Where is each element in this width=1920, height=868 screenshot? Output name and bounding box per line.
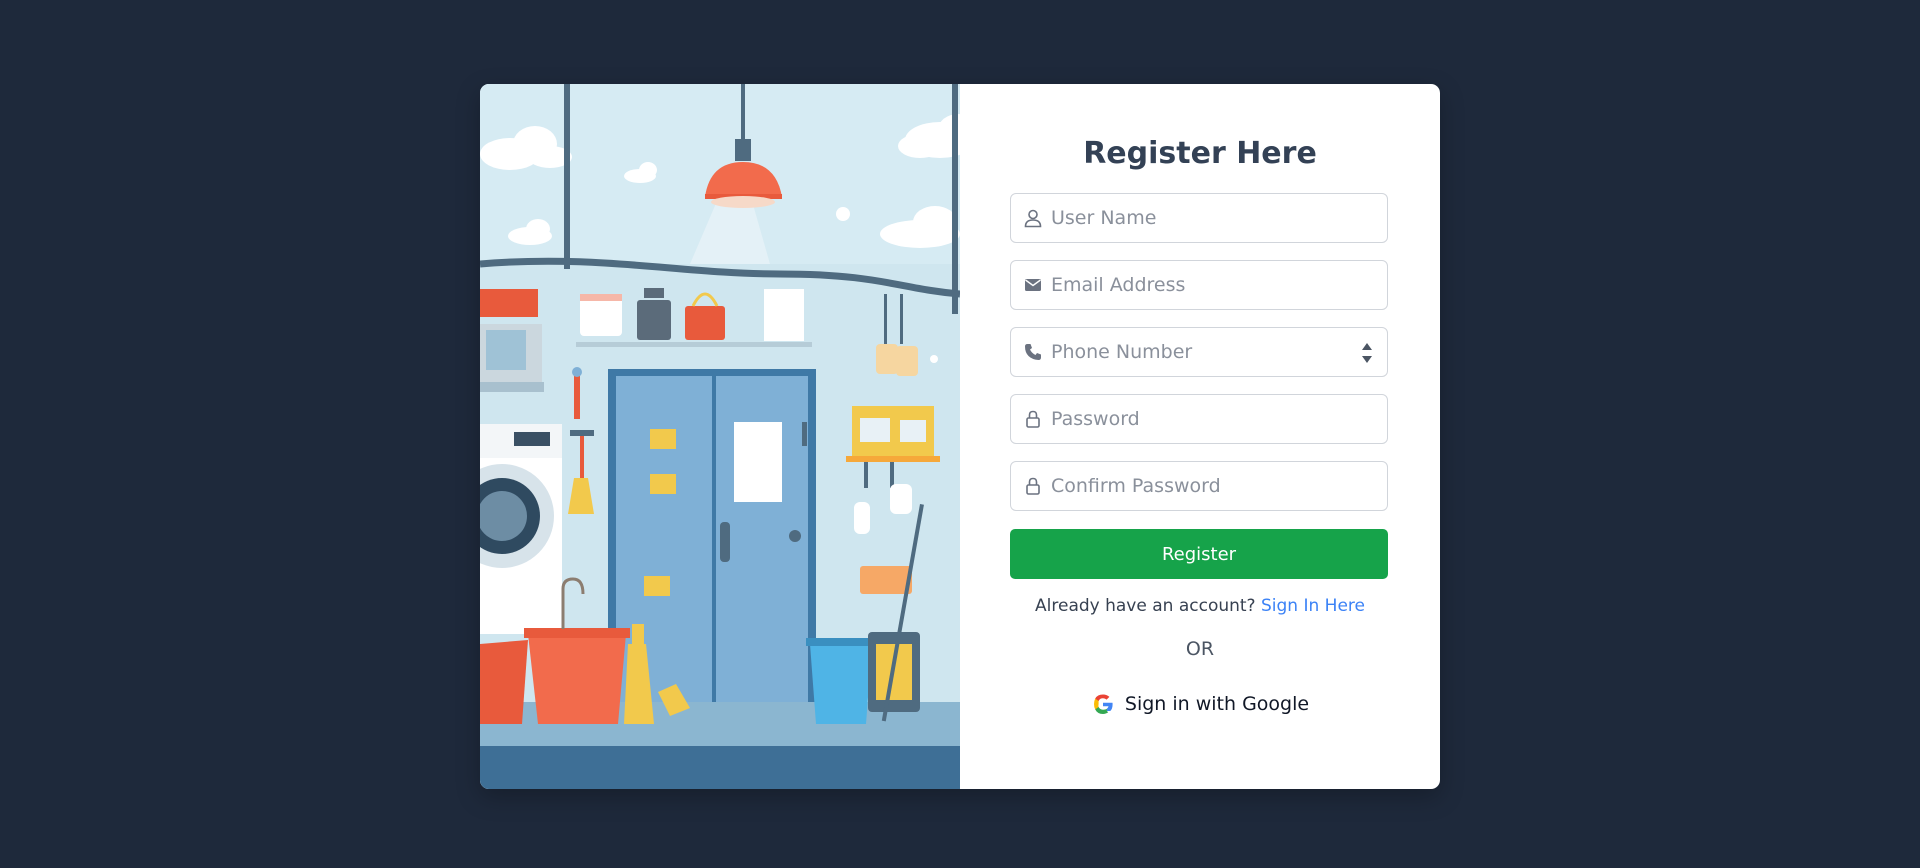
user-icon (1023, 208, 1043, 228)
lock-icon (1023, 409, 1043, 429)
register-button[interactable]: Register (1010, 529, 1388, 579)
phone-icon (1023, 342, 1043, 362)
email-input[interactable] (1051, 261, 1371, 309)
lock-icon (1023, 476, 1043, 496)
password-input[interactable] (1051, 395, 1371, 443)
signin-prompt-text: Already have an account? (1035, 596, 1256, 616)
or-divider: OR (1185, 638, 1215, 660)
confirm-password-input[interactable] (1051, 462, 1371, 510)
signin-prompt: Already have an account? Sign In Here (960, 596, 1440, 616)
google-signin-button[interactable]: Sign in with Google (1090, 684, 1310, 724)
register-form: Register Here User Name Email Address Ph… (960, 84, 1440, 789)
signin-link[interactable]: Sign In Here (1261, 596, 1365, 616)
email-field[interactable] (1010, 260, 1388, 310)
envelope-icon (1023, 275, 1043, 295)
google-icon (1091, 692, 1115, 716)
google-signin-label: Sign in with Google (1124, 693, 1310, 715)
confirm-password-field[interactable] (1010, 461, 1388, 511)
number-spinner[interactable] (1361, 340, 1373, 366)
phone-field[interactable] (1010, 327, 1388, 377)
password-field[interactable] (1010, 394, 1388, 444)
register-card: Register Here User Name Email Address Ph… (480, 84, 1440, 789)
laundry-room-illustration (480, 84, 960, 789)
username-input[interactable] (1051, 194, 1371, 242)
phone-input[interactable] (1051, 328, 1371, 376)
username-field[interactable] (1010, 193, 1388, 243)
page-title: Register Here (1083, 136, 1317, 171)
